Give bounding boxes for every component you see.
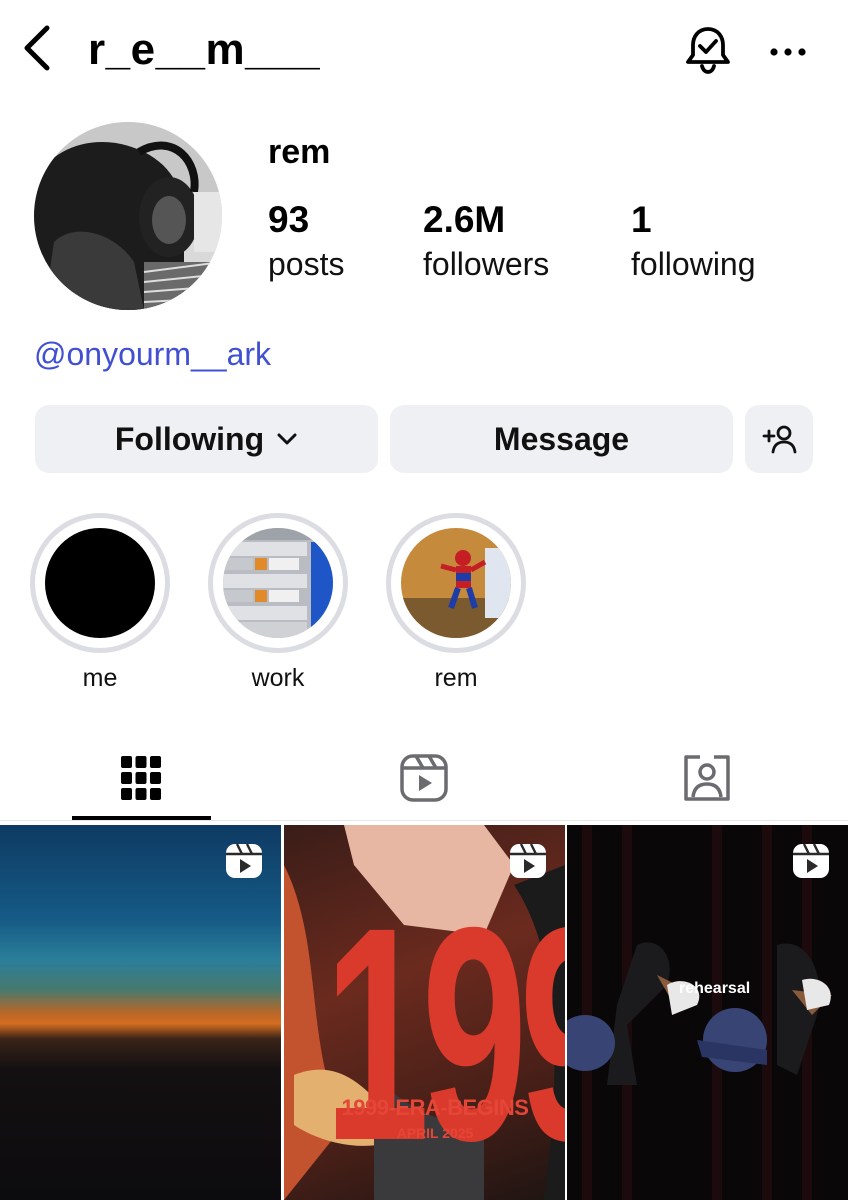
- highlight-work[interactable]: work: [208, 513, 348, 693]
- tab-divider: [0, 820, 848, 821]
- tab-tagged[interactable]: [566, 735, 848, 821]
- post-3-overlay-text: rehearsal: [679, 980, 751, 997]
- followers-label: followers: [423, 246, 550, 282]
- followers-count: 2.6M: [423, 199, 506, 240]
- post-thumbnail-1[interactable]: [0, 825, 281, 1200]
- display-name: rem: [268, 133, 331, 171]
- post-thumbnail-3[interactable]: rehearsal: [567, 825, 848, 1200]
- reels-icon: [400, 754, 448, 802]
- more-options-button[interactable]: [762, 26, 814, 78]
- profile-avatar[interactable]: [34, 122, 222, 310]
- following-label: following: [631, 246, 756, 282]
- highlight-label: rem: [434, 664, 478, 692]
- chevron-down-icon: [276, 432, 298, 446]
- tab-posts-grid[interactable]: [0, 735, 282, 821]
- highlight-rem[interactable]: rem: [386, 513, 526, 693]
- notifications-button[interactable]: [680, 22, 736, 78]
- following-button[interactable]: Following: [35, 405, 378, 473]
- back-button[interactable]: [14, 22, 58, 74]
- highlight-ring: [386, 513, 526, 653]
- reel-badge-icon: [793, 843, 829, 878]
- tab-reels[interactable]: [283, 735, 565, 821]
- chevron-left-icon: [24, 25, 50, 71]
- highlight-cover-image: [401, 528, 511, 638]
- top-bar: r_e__m___: [0, 0, 848, 100]
- bell-check-icon: [686, 27, 730, 74]
- post-3-image: [567, 825, 848, 1200]
- grid-icon: [121, 756, 161, 800]
- post-thumbnail-2[interactable]: 1999 1999-ERA-BEGINS APRIL 2025: [284, 825, 565, 1200]
- highlight-cover-image: [223, 528, 333, 638]
- posts-stat[interactable]: 93 posts: [268, 198, 344, 284]
- more-horizontal-icon: [770, 48, 806, 56]
- post-2-overlay-number: 1999: [324, 865, 565, 1200]
- post-2-overlay-title: 1999-ERA-BEGINS: [341, 1095, 529, 1120]
- highlight-ring: [30, 513, 170, 653]
- followers-stat[interactable]: 2.6M followers: [423, 198, 549, 284]
- highlight-me[interactable]: me: [30, 513, 170, 693]
- bio-mention-link[interactable]: @onyourm__ark: [34, 334, 271, 374]
- following-count: 1: [631, 199, 652, 240]
- message-button-label: Message: [493, 420, 630, 457]
- highlight-ring: [208, 513, 348, 653]
- posts-count: 93: [268, 199, 310, 240]
- post-2-overlay-date: APRIL 2025: [396, 1125, 474, 1141]
- add-user-button[interactable]: [745, 405, 813, 473]
- following-button-label: Following: [114, 420, 265, 457]
- add-user-icon: [762, 425, 797, 454]
- message-button[interactable]: Message: [390, 405, 733, 473]
- tagged-icon: [684, 755, 730, 801]
- highlight-cover-image: [45, 528, 155, 638]
- reel-badge-icon: [226, 843, 262, 878]
- posts-label: posts: [268, 246, 345, 282]
- highlight-label: work: [251, 664, 305, 692]
- avatar-image: [34, 122, 222, 310]
- highlight-label: me: [82, 664, 118, 692]
- reel-badge-icon: [510, 843, 546, 878]
- profile-username: r_e__m___: [88, 25, 321, 74]
- following-stat[interactable]: 1 following: [631, 198, 756, 284]
